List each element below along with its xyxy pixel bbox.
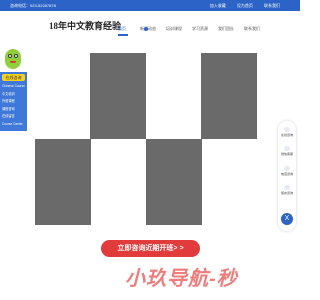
top-link-bookmark[interactable]: 加入收藏 bbox=[210, 3, 226, 8]
consult-cta-button[interactable]: 立即咨询近期开班> > bbox=[101, 240, 200, 257]
nav-active-indicator bbox=[118, 34, 128, 36]
right-panel-item-message[interactable]: 留言咨询 bbox=[278, 191, 296, 195]
message-icon bbox=[284, 185, 290, 190]
nav-item-team[interactable]: 我们团队 bbox=[218, 26, 234, 32]
left-panel-item[interactable]: Chinese Course bbox=[0, 83, 27, 91]
right-panel-item-phone[interactable]: 电话咨询 bbox=[278, 172, 296, 176]
image-placeholder-1[interactable] bbox=[90, 53, 146, 139]
nav-item-courses[interactable]: 培训课程 bbox=[166, 26, 182, 32]
close-button[interactable]: X bbox=[281, 213, 293, 225]
image-placeholder-4[interactable] bbox=[146, 139, 202, 225]
phone-icon bbox=[284, 166, 290, 171]
nav-item-news[interactable]: 新闻动态 bbox=[140, 26, 156, 32]
left-panel-menu: 在线咨询 Chinese Course 中文培训 外语课程 课程咨询 在线留言 … bbox=[0, 72, 27, 131]
left-float-panel: 在线咨询 Chinese Course 中文培训 外语课程 课程咨询 在线留言 … bbox=[0, 47, 27, 131]
left-panel-item[interactable]: 外语课程 bbox=[0, 98, 27, 106]
image-placeholder-3[interactable] bbox=[35, 139, 91, 225]
right-float-panel: 在线咨询 微信客服 电话咨询 留言咨询 X bbox=[278, 121, 296, 231]
wechat-icon bbox=[284, 146, 290, 151]
nav-dot-marker bbox=[144, 27, 148, 31]
image-placeholder-2[interactable] bbox=[201, 53, 257, 139]
chat-icon bbox=[284, 127, 290, 132]
left-panel-header[interactable]: 在线咨询 bbox=[2, 74, 25, 81]
contact-phone: 咨询电话：023-52287878 bbox=[10, 3, 56, 8]
right-panel-item-wechat[interactable]: 微信客服 bbox=[278, 152, 296, 156]
left-panel-item[interactable]: 在线留言 bbox=[0, 113, 27, 121]
nav-item-resources[interactable]: 学习资源 bbox=[192, 26, 208, 32]
top-link-contact[interactable]: 联系我们 bbox=[264, 3, 280, 8]
top-links: 加入收藏 设为首页 联系我们 bbox=[200, 0, 280, 11]
top-bar: 咨询电话：023-52287878 加入收藏 设为首页 联系我们 bbox=[0, 0, 300, 11]
left-panel-item[interactable]: 中文培训 bbox=[0, 91, 27, 99]
site-title[interactable]: 18年中文教育经验 bbox=[49, 19, 121, 32]
mascot-icon bbox=[3, 47, 23, 71]
top-link-homepage[interactable]: 设为首页 bbox=[237, 3, 253, 8]
nav-item-home[interactable]: 首页 bbox=[118, 26, 126, 32]
right-panel-item-chat[interactable]: 在线咨询 bbox=[278, 133, 296, 137]
left-panel-item[interactable]: Course Center bbox=[0, 121, 27, 129]
left-panel-item[interactable]: 课程咨询 bbox=[0, 106, 27, 114]
site-header: 18年中文教育经验 首页 新闻动态 培训课程 学习资源 我们团队 联系我们 bbox=[0, 11, 300, 37]
watermark-text: 小玖导航-秒 bbox=[125, 268, 238, 290]
nav-item-contact[interactable]: 联系我们 bbox=[244, 26, 260, 32]
